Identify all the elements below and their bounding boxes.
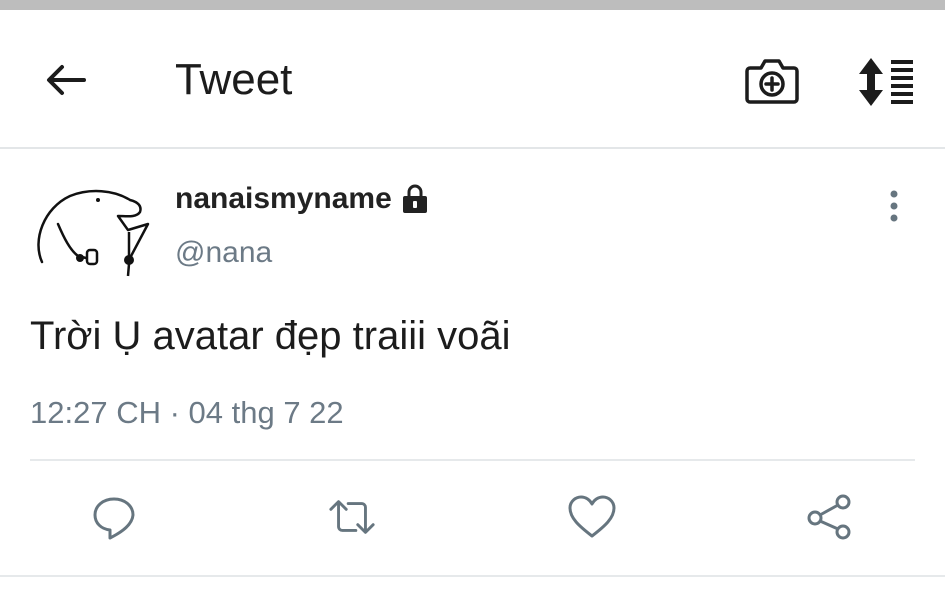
divider [30, 459, 915, 461]
page-title: Tweet [175, 55, 293, 104]
share-icon [807, 494, 851, 540]
lock-icon [400, 183, 430, 215]
tweet-timestamp: 12:27 CH · 04 thg 7 22 [30, 395, 344, 430]
arrow-left-icon [47, 65, 86, 95]
heart-icon [568, 495, 616, 538]
reply-icon [93, 497, 135, 540]
camera-button[interactable] [744, 56, 800, 106]
app-header: Tweet [0, 10, 945, 149]
reply-button[interactable] [89, 492, 139, 542]
camera-plus-icon [745, 59, 799, 104]
avatar[interactable] [30, 180, 160, 280]
retweet-button[interactable] [327, 492, 377, 542]
share-button[interactable] [805, 492, 855, 542]
more-vertical-icon [890, 190, 898, 222]
sort-button[interactable] [855, 54, 917, 110]
avatar-sketch [37, 189, 150, 277]
status-strip [0, 0, 945, 10]
more-options-button[interactable] [878, 186, 910, 228]
bottom-divider [0, 575, 945, 577]
display-name-text: nanaismyname [175, 182, 392, 215]
sort-list-icon [859, 58, 913, 106]
like-button[interactable] [567, 492, 617, 542]
retweet-icon [329, 500, 375, 534]
user-handle[interactable]: @nana [175, 234, 272, 272]
display-name[interactable]: nanaismyname [175, 180, 430, 218]
tweet-text: Trời Ụ avatar đẹp traiii voãi [30, 314, 511, 358]
back-button[interactable] [40, 58, 92, 102]
